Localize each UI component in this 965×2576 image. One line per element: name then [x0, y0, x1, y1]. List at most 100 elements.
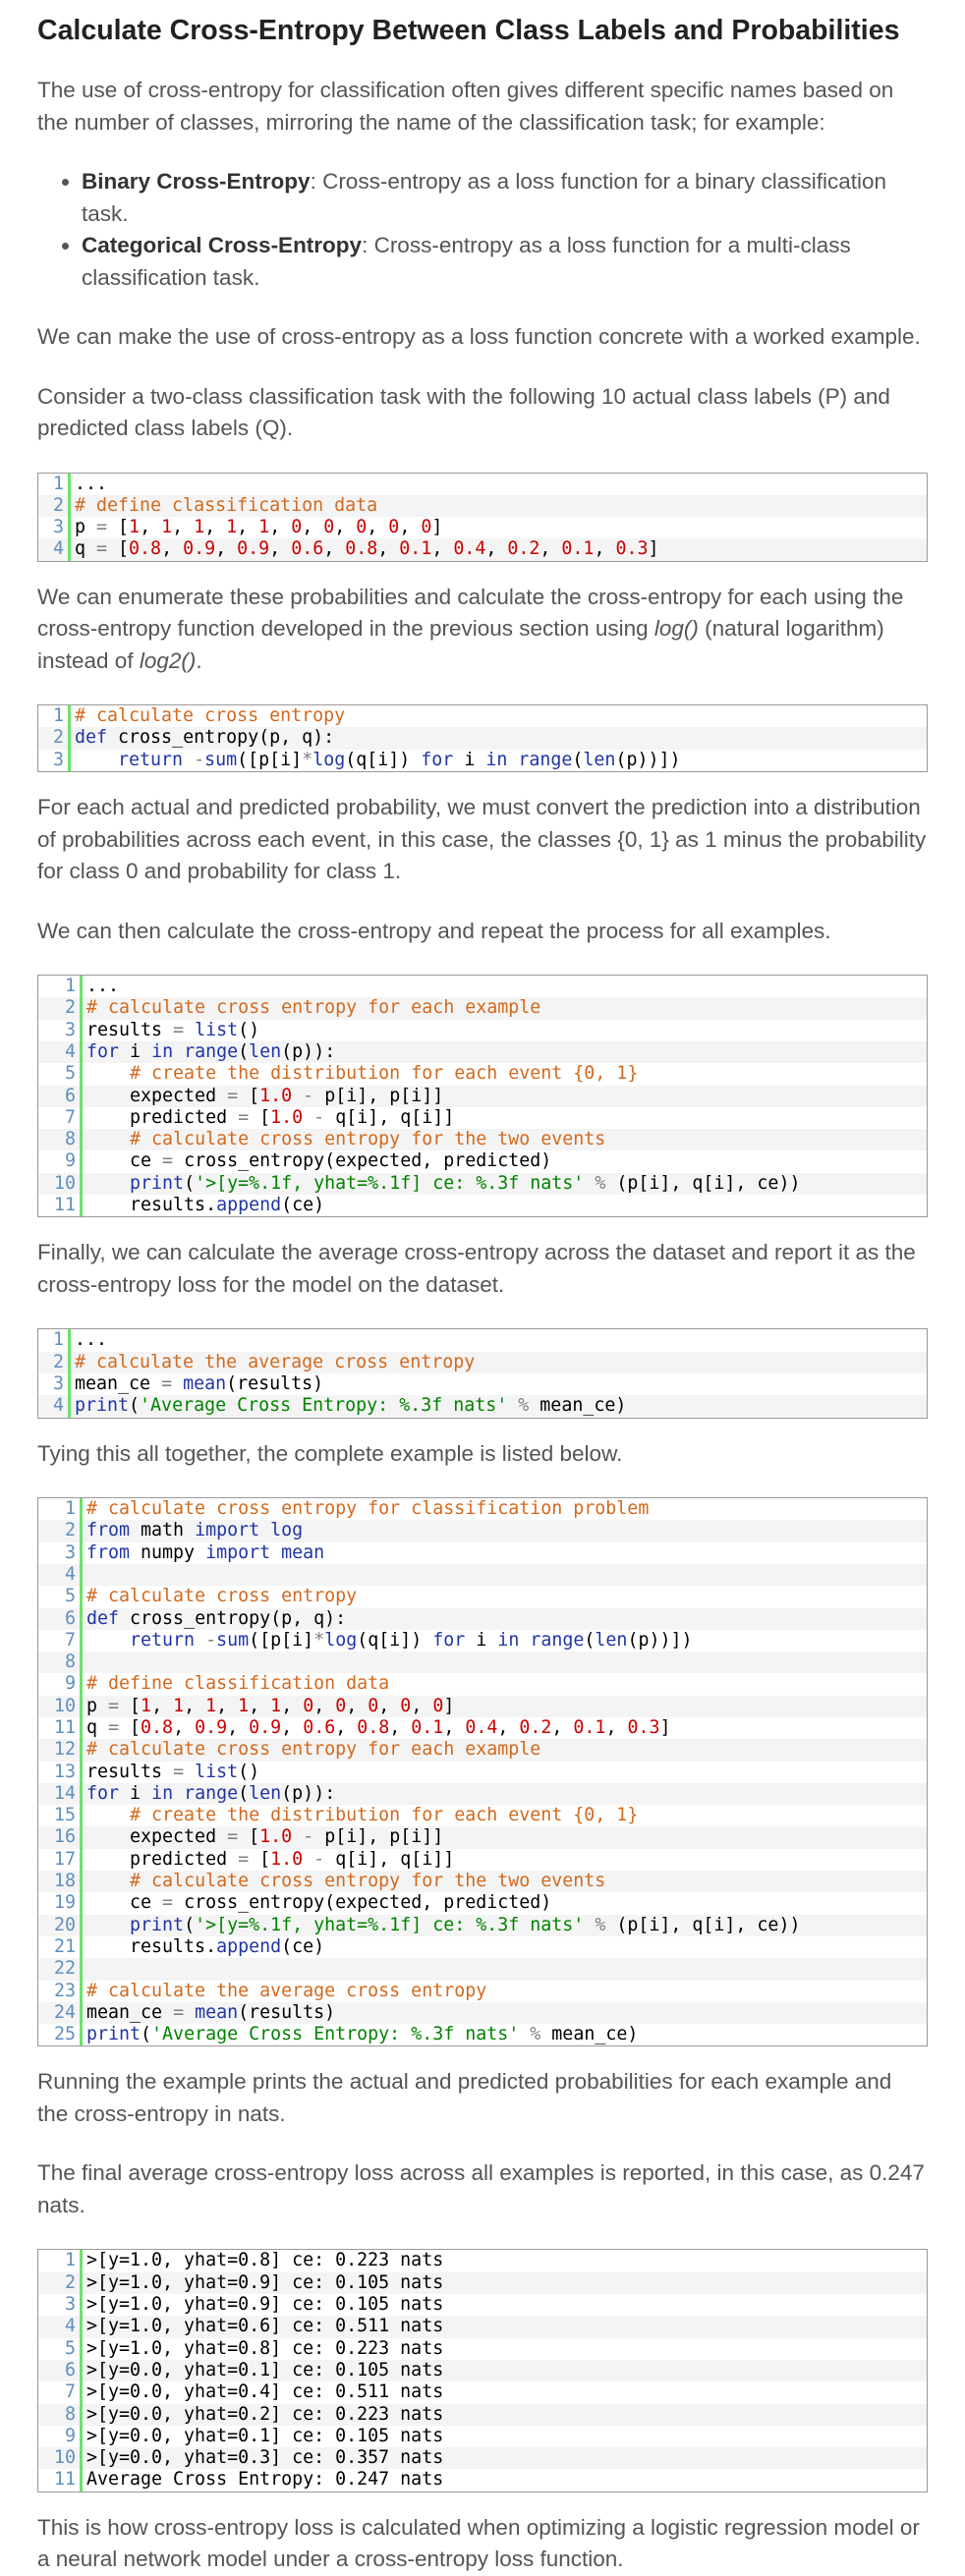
code-line: 3 >[y=1.0, yhat=0.9] ce: 0.105 nats	[38, 2294, 927, 2317]
code-line: 3 results = list()	[38, 1019, 927, 1041]
worked-example-paragraph: We can make the use of cross-entropy as …	[37, 324, 921, 349]
code-block-output[interactable]: 1 >[y=1.0, yhat=0.8] ce: 0.223 nats 2 >[y=1…	[37, 2249, 928, 2492]
bullet-term: Categorical Cross-Entropy	[82, 233, 363, 257]
code-text: >[y=1.0, yhat=0.8] ce: 0.223 nats	[86, 2250, 444, 2271]
code-block-mean[interactable]: 1... 2 # calculate the average cross entro…	[37, 1328, 928, 1419]
line-number: 6	[38, 1085, 83, 1107]
code-line: 19 ce = cross_entropy(expected, predicte…	[38, 1892, 927, 1915]
code-text: predicted = [1.0 - q[i], q[i]]	[86, 1848, 455, 1870]
code-text: # define classification data	[86, 1673, 390, 1695]
line-number: 2	[38, 2271, 83, 2295]
code-text: print('Average Cross Entropy: %.3f nats'…	[75, 1395, 627, 1417]
line-number: 3	[38, 1372, 71, 1396]
code-text: mean_ce = mean(results)	[75, 1372, 324, 1394]
code-line: 16 expected = [1.0 - p[i], p[i]]	[38, 1826, 927, 1849]
code-text: expected = [1.0 - p[i], p[i]]	[86, 1085, 444, 1106]
code-text: >[y=0.0, yhat=0.2] ce: 0.223 nats	[86, 2403, 444, 2425]
closing-paragraph: This is how cross-entropy loss is calcul…	[37, 2514, 920, 2572]
code-line: 3 from numpy import mean	[38, 1541, 927, 1564]
code-line: 13 results = list()	[38, 1761, 927, 1783]
line-number: 1	[38, 473, 71, 495]
intro-paragraph: The use of cross-entropy for classificat…	[37, 78, 894, 135]
bullet-term: Binary Cross-Entropy	[82, 169, 311, 194]
code-text: for i in range(len(p)):	[86, 1782, 336, 1804]
code-text: ...	[75, 1329, 108, 1351]
code-block-function[interactable]: 1 # calculate cross entropy 2 def cross_ent…	[37, 704, 928, 773]
convert-paragraph: For each actual and predicted probabilit…	[37, 795, 927, 884]
code-line: 4 >[y=1.0, yhat=0.6] ce: 0.511 nats	[38, 2316, 927, 2338]
line-number: 9	[38, 1150, 83, 1173]
code-line: 1...	[38, 1329, 927, 1352]
line-number: 16	[38, 1826, 83, 1849]
code-text: results = list()	[86, 1761, 260, 1782]
code-block-loop[interactable]: 1... 2 # calculate cross entropy for each …	[37, 975, 928, 1218]
line-number: 5	[38, 1586, 83, 1608]
line-number: 2	[38, 1351, 71, 1373]
line-number: 4	[38, 1395, 71, 1418]
code-text: from math import log	[86, 1520, 304, 1541]
code-block-complete[interactable]: 1 # calculate cross entropy for classific…	[37, 1497, 928, 2047]
code-text: ...	[75, 473, 108, 494]
line-number: 1	[38, 705, 71, 728]
line-number: 4	[38, 1040, 83, 1064]
line-number: 2	[38, 997, 83, 1020]
line-number: 12	[38, 1739, 83, 1762]
code-text: print('Average Cross Entropy: %.3f nats'…	[86, 2024, 639, 2045]
code-line: 22	[38, 1958, 927, 1981]
line-number: 17	[38, 1848, 83, 1872]
average-paragraph: Finally, we can calculate the average cr…	[37, 1240, 916, 1297]
line-number: 3	[38, 517, 71, 539]
code-block-data[interactable]: 1... 2 # define classification data 3 p = [1…	[37, 472, 928, 562]
code-line: 1 # calculate cross entropy	[38, 705, 927, 728]
code-text: return -sum([p[i]*log(q[i]) for i in ran…	[118, 749, 681, 770]
line-number: 6	[38, 1607, 83, 1630]
line-number: 8	[38, 1129, 83, 1151]
code-text: p = [1, 1, 1, 1, 1, 0, 0, 0, 0, 0]	[86, 1695, 455, 1716]
code-text: # calculate the average cross entropy	[86, 1980, 487, 2001]
together-paragraph: Tying this all together, the complete ex…	[37, 1440, 623, 1466]
line-number: 2	[38, 494, 71, 518]
code-line: 11 Average Cross Entropy: 0.247 nats	[38, 2469, 927, 2492]
code-line: 6 >[y=0.0, yhat=0.1] ce: 0.105 nats	[38, 2359, 927, 2382]
code-line: 12 # calculate cross entropy for each exa…	[38, 1739, 927, 1762]
code-line: 3 mean_ce = mean(results)	[38, 1372, 927, 1396]
code-text: >[y=1.0, yhat=0.6] ce: 0.511 nats	[86, 2316, 444, 2337]
article: Calculate Cross-Entropy Between Class La…	[0, 0, 965, 2576]
code-text: Average Cross Entropy: 0.247 nats	[86, 2469, 444, 2491]
line-number: 7	[38, 1106, 83, 1130]
line-number: 10	[38, 1695, 83, 1717]
line-number: 2	[38, 727, 71, 750]
code-line: 8	[38, 1652, 927, 1674]
section-heading: Calculate Cross-Entropy Between Class La…	[37, 15, 900, 46]
consider-paragraph: Consider a two-class classification task…	[37, 383, 890, 441]
line-number: 11	[38, 1717, 83, 1740]
line-number: 20	[38, 1914, 83, 1936]
code-line: 5 # create the distribution for each eve…	[38, 1063, 927, 1086]
line-number: 25	[38, 2024, 83, 2046]
line-number: 10	[38, 2447, 83, 2470]
code-text: >[y=1.0, yhat=0.8] ce: 0.223 nats	[86, 2337, 444, 2359]
line-number: 19	[38, 1892, 83, 1915]
code-line: 4	[38, 1563, 927, 1587]
code-line: 2 # calculate the average cross entropy	[38, 1351, 927, 1373]
code-text: # create the distribution for each event…	[130, 1063, 639, 1085]
code-line: 1...	[38, 473, 927, 495]
line-number: 8	[38, 2403, 83, 2426]
line-number: 5	[38, 1063, 83, 1086]
code-line: 14 for i in range(len(p)):	[38, 1782, 927, 1806]
code-text: # calculate cross entropy for each examp…	[86, 1739, 541, 1761]
code-text: from numpy import mean	[86, 1541, 325, 1563]
code-text: >[y=0.0, yhat=0.3] ce: 0.357 nats	[86, 2447, 444, 2469]
code-line: 2 # define classification data	[38, 494, 927, 518]
line-number: 2	[38, 1520, 83, 1542]
line-number: 3	[38, 2294, 83, 2317]
line-number: 24	[38, 2001, 83, 2025]
code-line: 2 # calculate cross entropy for each exam…	[38, 997, 927, 1020]
line-number: 1	[38, 2250, 83, 2272]
code-line: 9 ce = cross_entropy(expected, predicted…	[38, 1150, 927, 1173]
line-number: 9	[38, 1673, 83, 1696]
line-number: 11	[38, 2469, 83, 2492]
code-line: 21 results.append(ce)	[38, 1935, 927, 1959]
list-item: Categorical Cross-Entropy: Cross-entropy…	[82, 230, 928, 294]
